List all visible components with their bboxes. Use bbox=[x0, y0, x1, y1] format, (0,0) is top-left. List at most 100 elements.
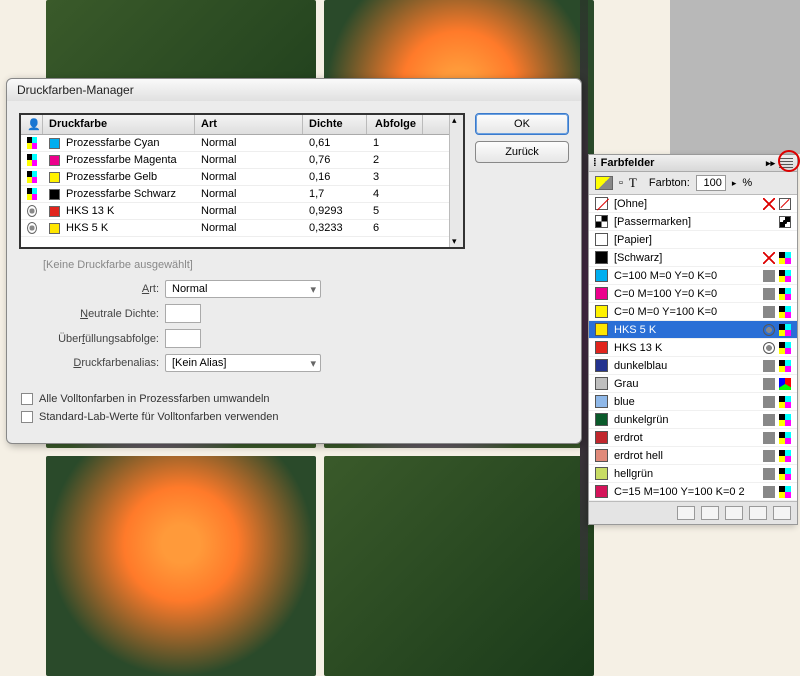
trap-sequence-input[interactable] bbox=[165, 329, 201, 348]
swatches-panel-tab[interactable]: ⁞ Farbfelder ▸▸ bbox=[589, 155, 797, 172]
spot-icon bbox=[763, 324, 775, 336]
swatch-row[interactable]: [Papier] bbox=[589, 231, 797, 249]
formatting-text-icon[interactable]: T bbox=[629, 175, 637, 191]
ink-name: Prozessfarbe Schwarz bbox=[66, 188, 176, 200]
cmyk-icon bbox=[27, 137, 37, 149]
swatch-row[interactable]: HKS 13 K bbox=[589, 339, 797, 357]
ink-sequence: 2 bbox=[367, 152, 423, 168]
swatch-name: HKS 13 K bbox=[614, 342, 757, 354]
cmyk-icon bbox=[779, 360, 791, 372]
checkbox-icon[interactable] bbox=[21, 411, 33, 423]
ink-row[interactable]: HKS 13 K Normal 0,9293 5 bbox=[21, 203, 449, 220]
ink-density: 1,7 bbox=[303, 186, 367, 202]
ink-swatch bbox=[49, 189, 60, 200]
swatch-chip bbox=[595, 305, 608, 318]
swatch-row[interactable]: C=100 M=0 Y=0 K=0 bbox=[589, 267, 797, 285]
swatch-chip bbox=[595, 269, 608, 282]
swatch-row[interactable]: Grau bbox=[589, 375, 797, 393]
back-button[interactable]: Zurück bbox=[475, 141, 569, 163]
swatch-row[interactable]: [Passermarken] bbox=[589, 213, 797, 231]
ink-table-scrollbar[interactable] bbox=[449, 115, 463, 247]
swatch-name: [Schwarz] bbox=[614, 252, 757, 264]
ink-table-header: 👤 Druckfarbe Art Dichte Abfolge bbox=[21, 115, 449, 135]
ink-manager-dialog: Druckfarben-Manager 👤 Druckfarbe Art Dic… bbox=[6, 78, 582, 444]
ink-table[interactable]: 👤 Druckfarbe Art Dichte Abfolge Prozessf… bbox=[19, 113, 465, 249]
swatch-name: [Ohne] bbox=[614, 198, 757, 210]
checkbox-icon[interactable] bbox=[21, 393, 33, 405]
swatch-row[interactable]: blue bbox=[589, 393, 797, 411]
panel-title: Farbfelder bbox=[601, 157, 655, 169]
swatches-panel-footer bbox=[589, 501, 797, 524]
swatch-row[interactable]: [Schwarz] bbox=[589, 249, 797, 267]
swatch-row[interactable]: erdrot hell bbox=[589, 447, 797, 465]
spot-icon bbox=[27, 205, 37, 217]
cmyk-icon bbox=[779, 432, 791, 444]
dialog-title: Druckfarben-Manager bbox=[7, 79, 581, 101]
swatch-chip bbox=[595, 251, 608, 264]
show-gradient-swatches-button[interactable] bbox=[725, 506, 743, 520]
art-select[interactable]: Normal bbox=[165, 280, 321, 298]
global-icon bbox=[763, 414, 775, 426]
ink-name: Prozessfarbe Cyan bbox=[66, 137, 160, 149]
collapse-icon[interactable]: ▸▸ bbox=[766, 158, 775, 169]
cmyk-icon bbox=[779, 252, 791, 264]
global-icon bbox=[763, 396, 775, 408]
ink-density: 0,76 bbox=[303, 152, 367, 168]
swatch-list[interactable]: [Ohne] [Passermarken][Papier] [Schwarz] C=1… bbox=[589, 195, 797, 501]
swatch-row[interactable]: [Ohne] bbox=[589, 195, 797, 213]
swatch-row[interactable]: dunkelblau bbox=[589, 357, 797, 375]
trap-sequence-label: Überfüllungsabfolge: bbox=[29, 333, 159, 345]
ink-row[interactable]: Prozessfarbe Schwarz Normal 1,7 4 bbox=[21, 186, 449, 203]
ink-row[interactable]: Prozessfarbe Magenta Normal 0,76 2 bbox=[21, 152, 449, 169]
farbton-input[interactable] bbox=[696, 175, 726, 191]
spot-icon bbox=[763, 342, 775, 354]
swatch-chip bbox=[595, 467, 608, 480]
farbton-label: Farbton: bbox=[649, 177, 690, 189]
swatch-row[interactable]: dunkelgrün bbox=[589, 411, 797, 429]
global-icon bbox=[763, 306, 775, 318]
ink-row[interactable]: Prozessfarbe Cyan Normal 0,61 1 bbox=[21, 135, 449, 152]
swatches-toolbar: ▫ T Farbton: ▸ % bbox=[589, 172, 797, 195]
ink-sequence: 4 bbox=[367, 186, 423, 202]
panel-menu-icon[interactable] bbox=[779, 158, 793, 168]
cmyk-icon bbox=[779, 450, 791, 462]
ink-art: Normal bbox=[195, 152, 303, 168]
reg-icon bbox=[779, 216, 791, 228]
ink-row[interactable]: Prozessfarbe Gelb Normal 0,16 3 bbox=[21, 169, 449, 186]
ink-swatch bbox=[49, 155, 60, 166]
swatch-row[interactable]: hellgrün bbox=[589, 465, 797, 483]
show-all-swatches-button[interactable] bbox=[677, 506, 695, 520]
swatch-name: blue bbox=[614, 396, 757, 408]
swatch-chip-none bbox=[595, 197, 608, 210]
ink-alias-select[interactable]: [Kein Alias] bbox=[165, 354, 321, 372]
delete-swatch-button[interactable] bbox=[773, 506, 791, 520]
swatch-name: hellgrün bbox=[614, 468, 757, 480]
swatch-name: dunkelgrün bbox=[614, 414, 757, 426]
convert-spot-checkbox-row[interactable]: Alle Volltonfarben in Prozessfarben umwa… bbox=[19, 389, 465, 407]
lab-values-checkbox-row[interactable]: Standard-Lab-Werte für Volltonfarben ver… bbox=[19, 407, 465, 425]
swatch-row[interactable]: HKS 5 K bbox=[589, 321, 797, 339]
swatch-row[interactable]: C=0 M=100 Y=0 K=0 bbox=[589, 285, 797, 303]
new-swatch-button[interactable] bbox=[749, 506, 767, 520]
ink-row[interactable]: HKS 5 K Normal 0,3233 6 bbox=[21, 220, 449, 237]
cmyk-icon bbox=[779, 342, 791, 354]
swatch-name: C=15 M=100 Y=100 K=0 2 bbox=[614, 486, 757, 498]
show-color-swatches-button[interactable] bbox=[701, 506, 719, 520]
bg-image bbox=[46, 456, 316, 676]
cmyk-icon bbox=[27, 188, 37, 200]
fill-stroke-icon[interactable] bbox=[595, 176, 613, 190]
cmyk-icon bbox=[27, 171, 37, 183]
ink-density: 0,9293 bbox=[303, 203, 367, 219]
ok-button[interactable]: OK bbox=[475, 113, 569, 135]
formatting-container-icon[interactable]: ▫ bbox=[619, 177, 623, 189]
swatch-chip-registration bbox=[595, 215, 608, 228]
farbton-slider-icon[interactable]: ▸ bbox=[732, 178, 737, 189]
cmyk-icon bbox=[779, 486, 791, 498]
global-icon bbox=[763, 270, 775, 282]
cmyk-icon bbox=[779, 468, 791, 480]
neutral-density-input[interactable] bbox=[165, 304, 201, 323]
cmyk-icon bbox=[27, 154, 37, 166]
swatch-row[interactable]: C=15 M=100 Y=100 K=0 2 bbox=[589, 483, 797, 501]
swatch-row[interactable]: erdrot bbox=[589, 429, 797, 447]
swatch-row[interactable]: C=0 M=0 Y=100 K=0 bbox=[589, 303, 797, 321]
